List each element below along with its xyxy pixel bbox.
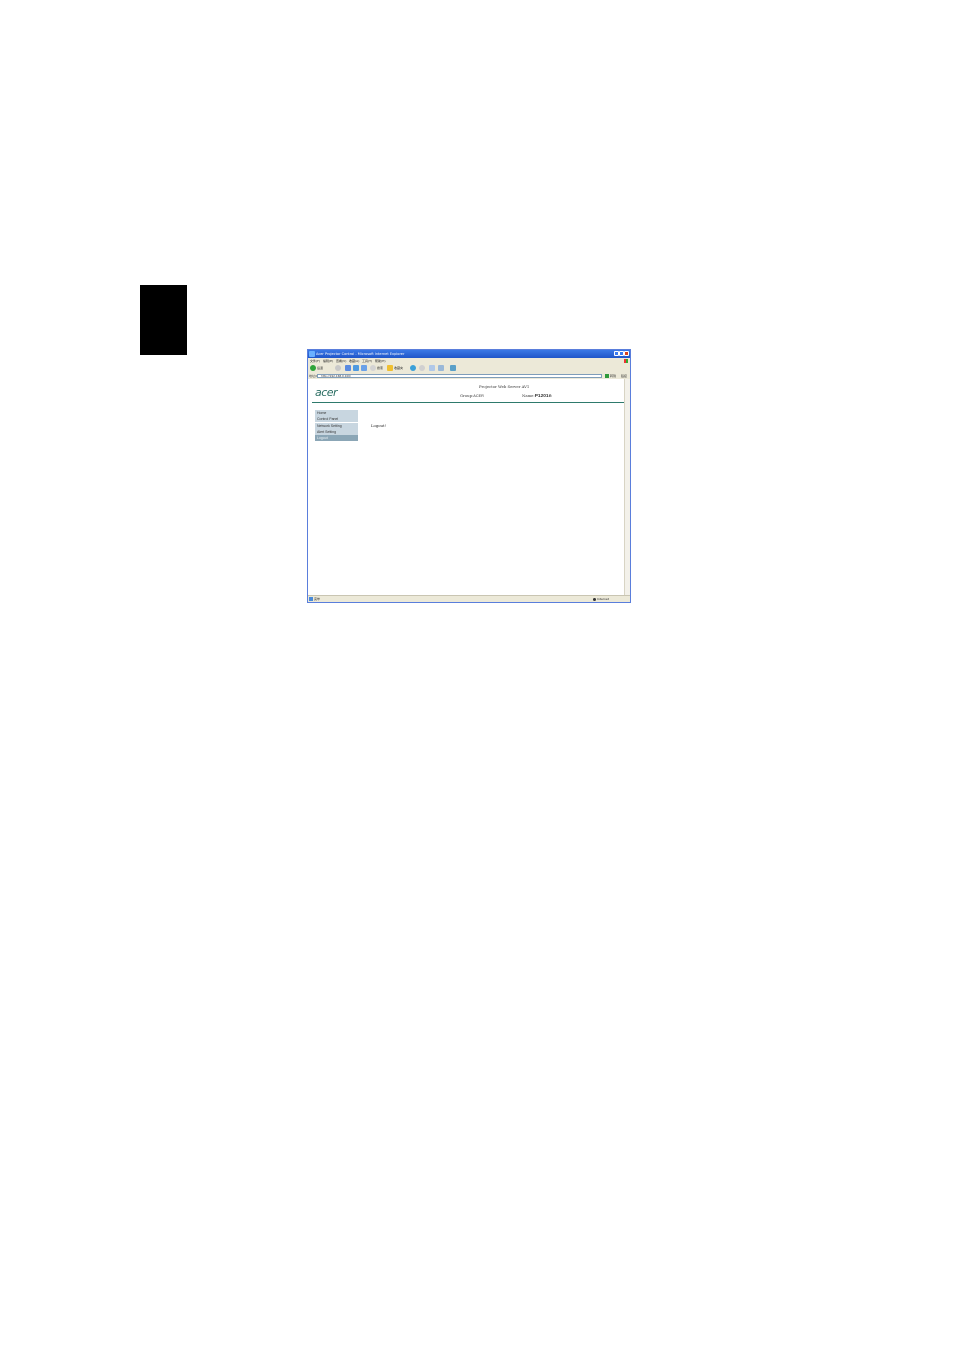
name-info: Name:P1201n xyxy=(522,393,552,399)
name-value: P1201n xyxy=(534,394,552,399)
media-icon[interactable] xyxy=(410,365,416,371)
back-icon[interactable] xyxy=(310,365,316,371)
window-title: Acer Projector Control - Microsoft Inter… xyxy=(316,352,405,356)
nav-item-logout[interactable]: Logout xyxy=(315,435,358,442)
home-icon[interactable] xyxy=(361,365,367,371)
go-icon[interactable] xyxy=(605,374,609,378)
windows-logo-icon xyxy=(624,359,628,363)
name-label: Name: xyxy=(522,393,535,398)
favorites-label[interactable]: 收藏夹 xyxy=(394,364,403,373)
internet-zone-icon xyxy=(593,597,596,601)
server-title: Projector Web Server AV1 xyxy=(479,384,530,389)
refresh-icon[interactable] xyxy=(353,365,359,371)
nav-item-network-setting[interactable]: Network Setting xyxy=(315,422,358,429)
stop-icon[interactable] xyxy=(345,365,351,371)
logout-message: Logout! xyxy=(371,423,387,428)
title-bar: Acer Projector Control - Microsoft Inter… xyxy=(308,350,630,358)
header-divider xyxy=(312,402,624,403)
nav-item-control-panel[interactable]: Control Panel xyxy=(315,416,358,423)
messenger-icon[interactable] xyxy=(450,365,456,371)
nav-item-alert-setting[interactable]: Alert Setting xyxy=(315,428,358,435)
search-icon[interactable] xyxy=(370,365,376,371)
vertical-scrollbar[interactable] xyxy=(624,379,630,598)
ie-icon xyxy=(309,351,315,357)
group-value: ACER xyxy=(473,394,484,398)
page-content: acer Projector Web Server AV1 Group:ACER… xyxy=(308,379,626,598)
address-input[interactable]: http://192.168.0.100/ xyxy=(317,374,602,378)
status-bar: 完毕 Internet xyxy=(308,595,630,602)
security-zone: Internet xyxy=(597,597,609,601)
search-label[interactable]: 搜索 xyxy=(377,364,383,373)
back-label[interactable]: 后退 xyxy=(317,364,323,373)
group-info: Group:ACER xyxy=(460,393,484,398)
group-label: Group: xyxy=(460,393,474,398)
close-button[interactable] xyxy=(624,351,629,356)
print-icon[interactable] xyxy=(438,365,444,371)
nav-item-home[interactable]: Home xyxy=(315,410,358,416)
browser-window: Acer Projector Control - Microsoft Inter… xyxy=(307,349,631,603)
mail-icon[interactable] xyxy=(429,365,435,371)
page-done-icon xyxy=(309,597,313,601)
status-text: 完毕 xyxy=(314,597,321,601)
history-icon[interactable] xyxy=(419,365,425,371)
favorites-icon[interactable] xyxy=(387,365,393,371)
side-nav: Home Control Panel Network Setting Alert… xyxy=(315,410,358,442)
forward-icon[interactable] xyxy=(335,365,341,371)
chapter-tab-marker xyxy=(140,285,187,355)
acer-logo: acer xyxy=(315,386,338,399)
